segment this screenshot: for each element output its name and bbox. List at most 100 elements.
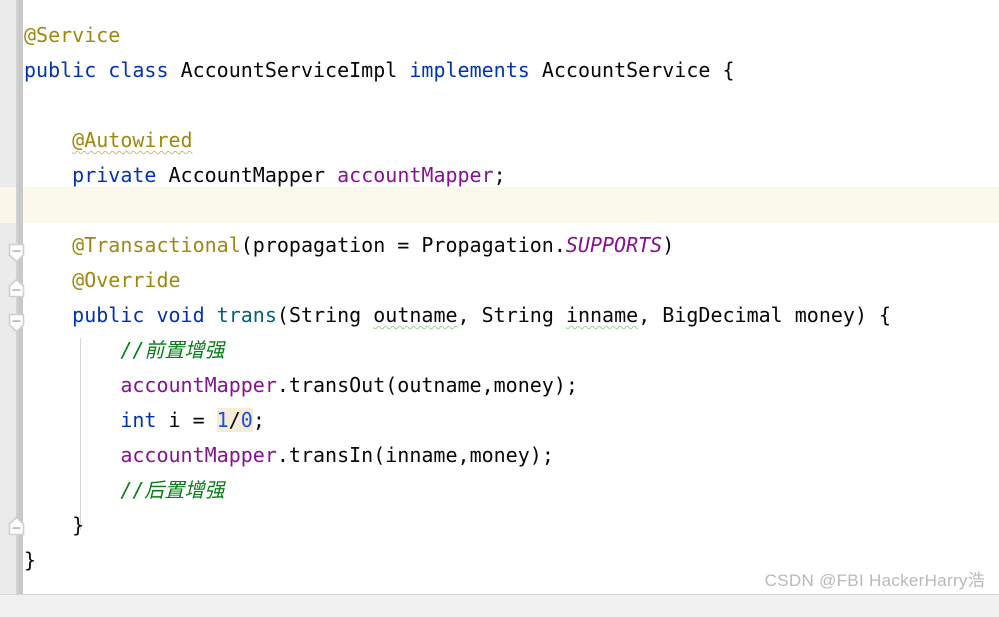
code-token: { bbox=[710, 58, 735, 82]
code-token: money bbox=[493, 373, 554, 397]
code-token: ) bbox=[662, 233, 675, 257]
fold-region-line bbox=[16, 332, 18, 517]
code-token: , bbox=[638, 303, 663, 327]
code-token: class bbox=[108, 58, 169, 82]
code-token: AccountService bbox=[541, 58, 711, 82]
code-line[interactable]: accountMapper.transOut(outname,money); bbox=[24, 368, 891, 403]
code-token: inname bbox=[385, 443, 458, 467]
code-line[interactable]: private AccountMapper accountMapper; bbox=[24, 158, 891, 193]
csdn-watermark: CSDN @FBI HackerHarry浩 bbox=[764, 571, 985, 590]
code-token: public bbox=[72, 303, 145, 327]
code-token: ( bbox=[373, 443, 386, 467]
code-line[interactable]: } bbox=[24, 508, 891, 543]
code-line[interactable] bbox=[24, 193, 891, 228]
code-token: AccountMapper bbox=[168, 163, 326, 187]
code-token: ); bbox=[529, 443, 554, 467]
code-token: Propagation bbox=[421, 233, 554, 257]
fold-region-line bbox=[16, 535, 18, 595]
code-token: , bbox=[457, 443, 470, 467]
code-token: 1 bbox=[216, 408, 229, 432]
code-line[interactable]: @Override bbox=[24, 263, 891, 298]
code-token: outname bbox=[373, 303, 458, 327]
source-code-text[interactable]: @Service public class AccountServiceImpl … bbox=[24, 18, 891, 578]
code-line[interactable]: accountMapper.transIn(inname,money); bbox=[24, 438, 891, 473]
code-token: ( bbox=[240, 233, 253, 257]
code-token: String bbox=[288, 303, 362, 327]
code-line[interactable]: @Transactional(propagation = Propagation… bbox=[24, 228, 891, 263]
code-token: / bbox=[228, 408, 241, 432]
code-line[interactable]: int i = 1/0; bbox=[24, 403, 891, 438]
code-token: . bbox=[553, 233, 566, 257]
code-token: , bbox=[481, 373, 494, 397]
code-token: private bbox=[72, 163, 157, 187]
code-token: accountMapper bbox=[120, 443, 277, 467]
code-token: //后置增强 bbox=[120, 478, 225, 502]
code-line[interactable]: @Autowired bbox=[24, 123, 891, 158]
code-token: ); bbox=[553, 373, 578, 397]
code-line[interactable]: @Service bbox=[24, 18, 891, 53]
code-token: @Transactional bbox=[72, 233, 241, 257]
code-token: accountMapper bbox=[337, 163, 494, 187]
code-token: ( bbox=[385, 373, 398, 397]
code-token: = bbox=[385, 233, 422, 257]
code-token: transIn bbox=[288, 443, 374, 467]
code-token: = bbox=[180, 408, 217, 432]
code-token: ; bbox=[252, 408, 265, 432]
code-token: ( bbox=[276, 303, 289, 327]
editor-bottom-strip bbox=[0, 594, 999, 617]
code-token: } bbox=[24, 548, 37, 572]
code-line[interactable]: } bbox=[24, 543, 891, 578]
code-line[interactable]: public class AccountServiceImpl implemen… bbox=[24, 53, 891, 88]
code-token: , bbox=[457, 303, 482, 327]
code-token: . bbox=[276, 373, 289, 397]
code-token: outname bbox=[397, 373, 482, 397]
code-token: @Override bbox=[72, 268, 181, 292]
code-line[interactable]: public void trans(String outname, String… bbox=[24, 298, 891, 333]
code-token: BigDecimal bbox=[662, 303, 783, 327]
code-token: //前置增强 bbox=[120, 338, 225, 362]
code-token: String bbox=[481, 303, 554, 327]
code-token: ) { bbox=[854, 303, 892, 327]
code-token: void bbox=[156, 303, 205, 327]
code-token: 0 bbox=[240, 408, 253, 432]
code-token: money bbox=[469, 443, 530, 467]
code-token: } bbox=[72, 513, 85, 537]
code-token: transOut bbox=[288, 373, 386, 397]
code-token: implements bbox=[409, 58, 530, 82]
code-token: inname bbox=[565, 303, 639, 327]
code-token: money bbox=[794, 303, 855, 327]
code-line[interactable]: //后置增强 bbox=[24, 473, 891, 508]
code-token: @Autowired bbox=[72, 128, 193, 152]
code-editor-canvas[interactable]: @Service public class AccountServiceImpl … bbox=[0, 0, 999, 617]
code-token: AccountServiceImpl bbox=[180, 58, 398, 82]
code-line[interactable] bbox=[24, 88, 891, 123]
code-token: SUPPORTS bbox=[565, 233, 663, 257]
code-token: trans bbox=[216, 303, 277, 327]
code-token: propagation bbox=[252, 233, 386, 257]
code-token: ; bbox=[493, 163, 506, 187]
code-token: accountMapper bbox=[120, 373, 277, 397]
code-token: public bbox=[24, 58, 97, 82]
code-line[interactable]: //前置增强 bbox=[24, 333, 891, 368]
